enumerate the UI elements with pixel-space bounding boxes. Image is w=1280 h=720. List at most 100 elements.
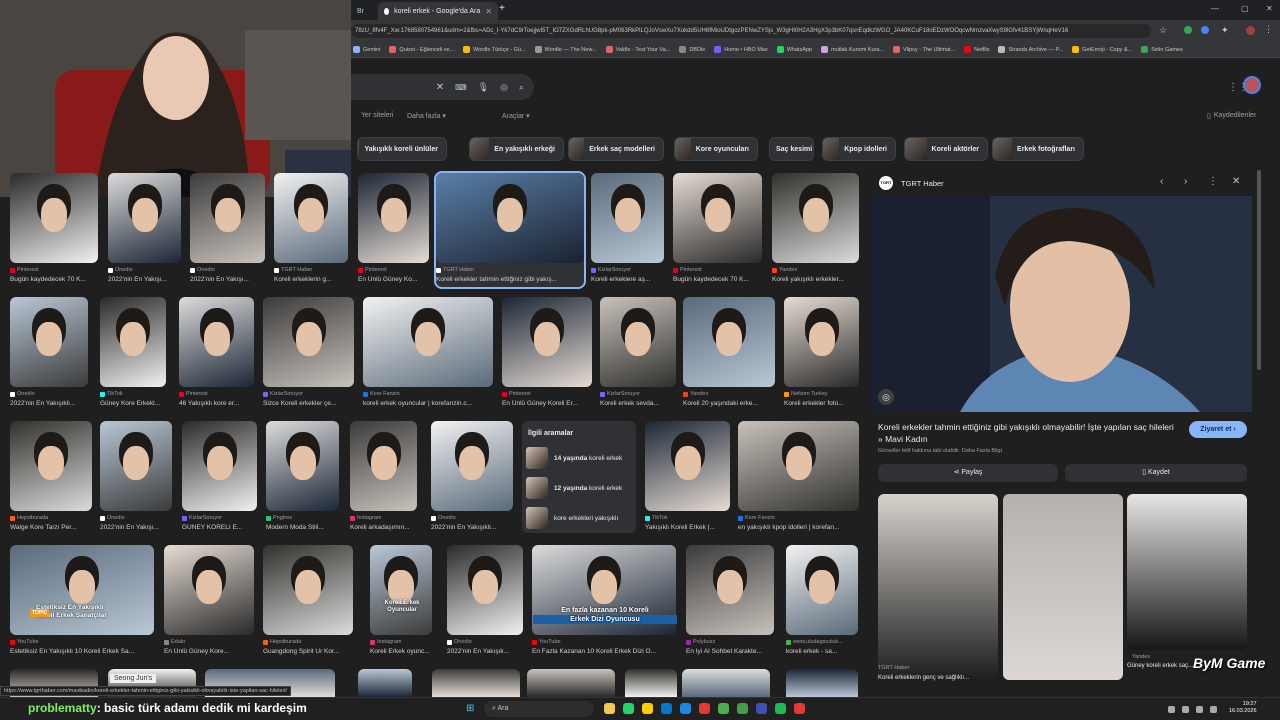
- bookmark-item[interactable]: GetEmoji - Copy &...: [1072, 46, 1132, 53]
- tray-icon[interactable]: [1168, 706, 1175, 713]
- spotify-icon[interactable]: [775, 703, 786, 714]
- result-thumbnail[interactable]: [190, 173, 265, 263]
- result-title[interactable]: Koreli erkekler foto...: [784, 400, 859, 407]
- whatsapp-icon[interactable]: [623, 703, 634, 714]
- image-result[interactable]: Kore Fanzin en yakışıklı kpop idolleri | …: [738, 421, 859, 535]
- image-result[interactable]: Onedio 2022'nin En Yakışıklı...: [431, 421, 513, 535]
- mail-icon[interactable]: [680, 703, 691, 714]
- image-result[interactable]: Onedio 2022'nin En Yakışı...: [100, 421, 172, 535]
- result-thumbnail[interactable]: [600, 297, 676, 387]
- result-title[interactable]: koreli erkek - sa...: [786, 648, 858, 655]
- result-title[interactable]: koreli erkek oyuncular | korefanzin.c...: [363, 400, 493, 407]
- folder-icon[interactable]: [604, 703, 615, 714]
- image-result[interactable]: Yandex Koreli 20 yaşındaki erke...: [683, 297, 775, 411]
- result-title[interactable]: Koreli arkadaşımın...: [350, 524, 417, 531]
- image-result[interactable]: [432, 669, 520, 697]
- search-icon[interactable]: ⌕: [519, 82, 524, 93]
- bookmark-item[interactable]: Quizei - Eğlenceli ve...: [389, 46, 454, 53]
- image-result[interactable]: Yandex Koreli yakışıklı erkekler...: [772, 173, 859, 287]
- related-search-item[interactable]: 14 yaşında koreli erkek: [526, 446, 632, 470]
- keyboard-icon[interactable]: ⌨: [455, 83, 467, 92]
- image-result[interactable]: YouTube Estetiksiz En Yakışıklı 10 Koreli…: [10, 545, 154, 659]
- image-result[interactable]: [527, 669, 615, 697]
- image-result[interactable]: [625, 669, 677, 697]
- result-title[interactable]: 2022'nin En Yakışı...: [108, 276, 181, 283]
- result-thumbnail[interactable]: [10, 421, 92, 511]
- bookmark-item[interactable]: Vlipsy - The Ultimat...: [893, 46, 955, 53]
- bookmark-item[interactable]: Home • HBO Max: [714, 46, 768, 53]
- xbox-icon[interactable]: [737, 703, 748, 714]
- tab-other[interactable]: Br: [351, 2, 371, 20]
- result-thumbnail[interactable]: [363, 297, 493, 387]
- next-icon[interactable]: ›: [1184, 176, 1187, 187]
- result-thumbnail[interactable]: [784, 297, 859, 387]
- result-title[interactable]: Modern Moda Stili...: [266, 524, 339, 531]
- image-result[interactable]: TGRT Haber Koreli erkekler tahmin ettiğin…: [434, 171, 586, 289]
- result-thumbnail[interactable]: [274, 173, 348, 263]
- result-title[interactable]: Estetiksiz En Yakışıklı 10 Koreli Erkek …: [10, 648, 154, 655]
- result-thumbnail[interactable]: [436, 173, 584, 263]
- result-thumbnail[interactable]: [786, 545, 858, 635]
- panel-title[interactable]: Koreli erkekler tahmin ettiğiniz gibi ya…: [878, 421, 1178, 445]
- chip-related-search[interactable]: Erkek saç modelleri: [568, 137, 664, 161]
- saved-link[interactable]: ▯ Kaydedilenler: [1207, 112, 1256, 120]
- bookmark-star-icon[interactable]: ☆: [1159, 25, 1167, 36]
- maximize-icon[interactable]: ▢: [1241, 4, 1249, 13]
- prev-icon[interactable]: ‹: [1160, 176, 1163, 187]
- result-title[interactable]: Koreli Erkek oyunc...: [370, 648, 432, 655]
- more-info-link[interactable]: Daha Fazla Bilgi: [962, 448, 1002, 454]
- minimize-icon[interactable]: —: [1211, 4, 1219, 13]
- image-result[interactable]: [682, 669, 770, 697]
- clear-search-icon[interactable]: ✕: [436, 82, 444, 93]
- result-thumbnail[interactable]: [591, 173, 664, 263]
- result-title[interactable]: Güney Kore Erkekl...: [100, 400, 166, 407]
- tray-icon[interactable]: [1210, 706, 1217, 713]
- result-thumbnail[interactable]: [10, 545, 154, 635]
- chip-related-search[interactable]: Yakışıklı koreli ünlüler: [357, 137, 447, 161]
- result-thumbnail[interactable]: [266, 421, 339, 511]
- image-result[interactable]: Onedio 2022'nin En Yakışık...: [447, 545, 523, 659]
- tray-icon[interactable]: [1196, 706, 1203, 713]
- chip-related-search[interactable]: En yakışıklı erkeği: [469, 137, 564, 161]
- result-thumbnail[interactable]: [358, 173, 429, 263]
- steam-icon[interactable]: [756, 703, 767, 714]
- image-result[interactable]: Onedio 2022'nin En Yakışı...: [190, 173, 265, 287]
- result-title[interactable]: 46 Yakışıklı kore er...: [179, 400, 254, 407]
- image-result[interactable]: Hepsiburada Guangdong Spirit Ur Kor...: [263, 545, 353, 659]
- result-title[interactable]: 2022'nin En Yakışık...: [447, 648, 523, 655]
- result-thumbnail[interactable]: [100, 297, 166, 387]
- file-explorer-icon[interactable]: [642, 703, 653, 714]
- image-result[interactable]: Pinterest En Ünlü Güney Koreli Er...: [502, 297, 592, 411]
- nav-local-sites[interactable]: Yer siteleri: [361, 112, 393, 119]
- image-result[interactable]: Kore Fanzin koreli erkek oyuncular | kore…: [363, 297, 493, 411]
- image-result[interactable]: Nefizen Turkey Koreli erkekler foto...: [784, 297, 859, 411]
- address-bar[interactable]: 78zU_8fv4F_Xw:1768580754961&udm=2&fbs=AD…: [351, 24, 1151, 38]
- result-title[interactable]: Bugün kaydedecek 70 K...: [673, 276, 762, 283]
- result-thumbnail[interactable]: [738, 421, 859, 511]
- bookmark-item[interactable]: Valdle - Test Your Va...: [605, 46, 670, 53]
- opera-icon[interactable]: [699, 703, 710, 714]
- bookmark-item[interactable]: Wordle — The New...: [534, 46, 597, 53]
- tab-active[interactable]: koreli erkek - Google'da Ara ✕: [378, 2, 498, 20]
- result-title[interactable]: En Ünlü Güney Ko...: [358, 276, 429, 283]
- result-title[interactable]: 2022'nin En Yakışı...: [100, 524, 172, 531]
- image-result[interactable]: YouTube En Fazla Kazanan 10 Koreli Erkek …: [532, 545, 676, 659]
- result-title[interactable]: 2022'nin En Yakışıklı...: [10, 400, 88, 407]
- result-thumbnail[interactable]: [431, 421, 513, 511]
- extension-icon[interactable]: [1184, 26, 1192, 34]
- result-thumbnail[interactable]: [10, 173, 98, 263]
- clock[interactable]: 19:27 16.03.2026: [1229, 701, 1257, 715]
- bookmark-item[interactable]: mutlak Kuromi Kura...: [821, 46, 884, 53]
- tools-button[interactable]: Araçlar ▾: [502, 112, 530, 120]
- chip-related-search[interactable]: Kore oyuncuları: [674, 137, 758, 161]
- bookmark-item[interactable]: Gemini: [353, 46, 380, 53]
- image-result[interactable]: Polybuzz En İyi AI Sohbet Karakte...: [686, 545, 774, 659]
- result-thumbnail[interactable]: [447, 545, 523, 635]
- result-title[interactable]: Koreli erkeklere aş...: [591, 276, 664, 283]
- visit-button[interactable]: Ziyaret et ›: [1189, 421, 1247, 438]
- image-result[interactable]: KizlarSoruyor Sizce Koreli erkekler çe...: [263, 297, 354, 411]
- close-panel-icon[interactable]: ✕: [1232, 176, 1240, 187]
- image-result[interactable]: Pinterest 46 Yakışıklı kore er...: [179, 297, 254, 411]
- result-thumbnail[interactable]: [10, 297, 88, 387]
- share-button[interactable]: ⋖ Paylaş: [878, 464, 1058, 482]
